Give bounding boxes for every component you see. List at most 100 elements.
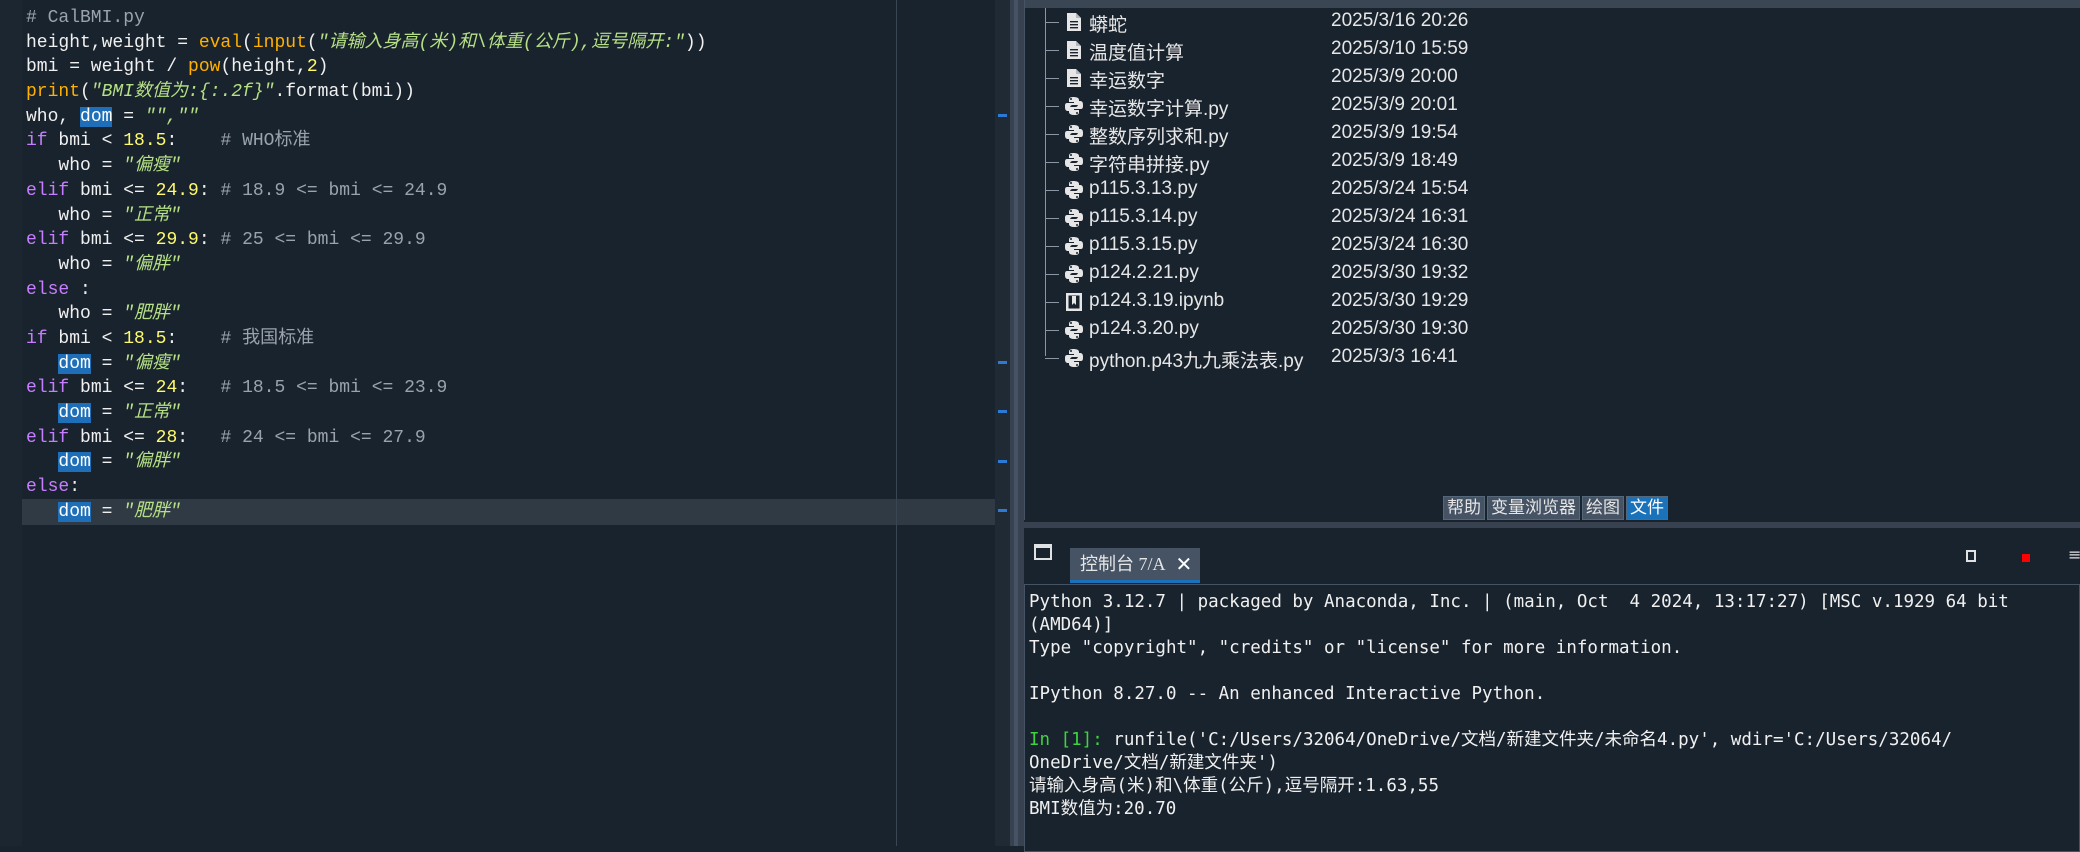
code-line: bmi = weight / pow(height,2) (26, 55, 707, 80)
highlighted-token: dom (58, 353, 91, 374)
console-output[interactable]: Python 3.12.7 | packaged by Anaconda, In… (1024, 584, 2080, 852)
file-row[interactable]: p124.3.20.py 2025/3/30 19:30 (1045, 316, 2045, 344)
code-token: 24.9 (155, 180, 199, 201)
code-line: elif bmi <= 29.9: # 25 <= bmi <= 29.9 (26, 228, 707, 253)
file-date: 2025/3/24 16:30 (1331, 234, 1469, 255)
highlighted-token: dom (58, 501, 91, 522)
python-file-icon (1065, 236, 1083, 256)
close-icon[interactable]: ✕ (1176, 548, 1193, 580)
console-line: In [1]: runfile('C:/Users/32064/OneDrive… (1029, 729, 2079, 752)
file-row[interactable]: 整数序列求和.py 2025/3/9 19:54 (1045, 120, 2045, 148)
file-row[interactable]: p115.3.14.py 2025/3/24 16:31 (1045, 204, 2045, 232)
code-editor[interactable]: # CalBMI.py height,weight = eval(input("请… (0, 0, 1010, 846)
file-date: 2025/3/30 19:29 (1331, 290, 1469, 311)
notebook-file-icon (1065, 292, 1083, 312)
code-token: "正常" (123, 403, 181, 423)
console-text: (AMD64)] (1029, 615, 1114, 635)
file-date: 2025/3/30 19:30 (1331, 318, 1469, 339)
file-row[interactable]: p124.2.21.py 2025/3/30 19:32 (1045, 260, 2045, 288)
file-name: p115.3.13.py (1089, 178, 1198, 199)
file-row[interactable]: 幸运数字计算.py 2025/3/9 20:01 (1045, 92, 2045, 120)
code-token: if (26, 131, 48, 152)
pane-tab[interactable]: 绘图 (1582, 496, 1624, 520)
code-token: "肥胖" (123, 304, 181, 325)
editor-code[interactable]: # CalBMI.py height,weight = eval(input("请… (26, 6, 707, 524)
code-token: elif (26, 427, 70, 448)
file-date: 2025/3/9 20:00 (1331, 66, 1458, 87)
occurrence-marker (998, 460, 1007, 463)
editor-scrollbar[interactable] (995, 0, 1010, 846)
file-row[interactable]: p115.3.15.py 2025/3/24 16:30 (1045, 232, 2045, 260)
console-tab[interactable]: 控制台 7/A ✕ (1070, 548, 1201, 583)
splitter-grip[interactable] (1014, 0, 1018, 846)
console-text: Type "copyright", "credits" or "license"… (1029, 638, 1683, 658)
code-token: else (26, 477, 70, 498)
code-token: : (198, 230, 221, 251)
file-date: 2025/3/24 16:31 (1331, 206, 1469, 227)
code-token: 29.9 (155, 230, 199, 251)
occurrence-marker (998, 361, 1007, 364)
console-header: 控制台 7/A ✕ ≡ (1024, 528, 2080, 583)
code-token: "偏瘦" (123, 156, 181, 177)
stop-icon[interactable] (2022, 554, 2030, 562)
code-line: print("BMI数值为:{:.2f}".format(bmi)) (26, 80, 707, 105)
file-row[interactable]: 温度值计算 2025/3/10 15:59 (1045, 36, 2045, 64)
console-text: runfile('C:/Users/32064/OneDrive/文档/新建文件… (1113, 730, 1953, 750)
pane-tab[interactable]: 变量浏览器 (1487, 496, 1580, 520)
code-token: : (177, 427, 221, 448)
python-file-icon (1065, 208, 1083, 228)
console-line: 请输入身高(米)和\体重(公斤),逗号隔开:1.63,55 (1029, 775, 2079, 798)
python-file-icon (1065, 96, 1083, 116)
file-row[interactable]: python.p43九九乘法表.py 2025/3/3 16:41 (1045, 344, 2045, 372)
code-token: # 18.5 <= bmi <= 23.9 (220, 378, 448, 399)
code-token: ( (306, 32, 318, 53)
copy-icon[interactable] (1966, 550, 1976, 562)
options-menu-icon[interactable]: ≡ (2068, 547, 2080, 563)
pane-splitter[interactable] (1010, 0, 1024, 846)
file-name: p115.3.14.py (1089, 206, 1198, 227)
console-line: Python 3.12.7 | packaged by Anaconda, In… (1029, 591, 2079, 614)
tree-branch (1045, 22, 1059, 23)
pane-tab[interactable]: 文件 (1626, 496, 1668, 520)
file-date: 2025/3/9 20:01 (1331, 94, 1458, 115)
code-line: elif bmi <= 24: # 18.5 <= bmi <= 23.9 (26, 376, 707, 401)
file-date: 2025/3/30 19:32 (1331, 262, 1469, 283)
new-window-icon[interactable] (1034, 544, 1052, 560)
file-name: 幸运数字 (1089, 71, 1166, 92)
code-token: "","" (144, 106, 199, 127)
file-row[interactable]: 蟒蛇 2025/3/16 20:26 (1045, 8, 2045, 36)
code-token: : (177, 378, 221, 399)
file-row[interactable]: p115.3.13.py 2025/3/24 15:54 (1045, 176, 2045, 204)
code-line: who = "正常" (26, 204, 707, 229)
code-token: bmi <= (69, 230, 156, 251)
code-token: # CalBMI.py (26, 8, 145, 28)
code-token: elif (26, 180, 70, 201)
console-line: (AMD64)] (1029, 614, 2079, 637)
code-token: # 我国标准 (220, 328, 315, 349)
code-line: dom = "偏胖" (26, 450, 707, 475)
code-token: # WHO标准 (220, 131, 311, 152)
file-name: 字符串拼接.py (1089, 155, 1210, 176)
file-name: 温度值计算 (1089, 43, 1185, 64)
code-token: : (69, 477, 81, 498)
file-row[interactable]: 字符串拼接.py 2025/3/9 18:49 (1045, 148, 2045, 176)
code-token: = (112, 106, 145, 127)
edge-line (896, 0, 897, 846)
file-date: 2025/3/10 15:59 (1331, 38, 1469, 59)
code-token: height,weight = (26, 32, 199, 53)
tree-branch (1045, 274, 1059, 275)
file-row[interactable]: 幸运数字 2025/3/9 20:00 (1045, 64, 2045, 92)
console-prompt: In [1]: (1029, 730, 1114, 750)
console-text: IPython 8.27.0 -- An enhanced Interactiv… (1029, 684, 1546, 704)
pane-tab[interactable]: 帮助 (1443, 496, 1485, 520)
highlighted-token: dom (58, 403, 91, 423)
code-token: else (26, 279, 70, 300)
code-token: who = (26, 205, 124, 226)
python-file-icon (1065, 264, 1083, 284)
file-row[interactable]: p124.3.19.ipynb 2025/3/30 19:29 (1045, 288, 2045, 316)
code-token: print (26, 82, 81, 103)
